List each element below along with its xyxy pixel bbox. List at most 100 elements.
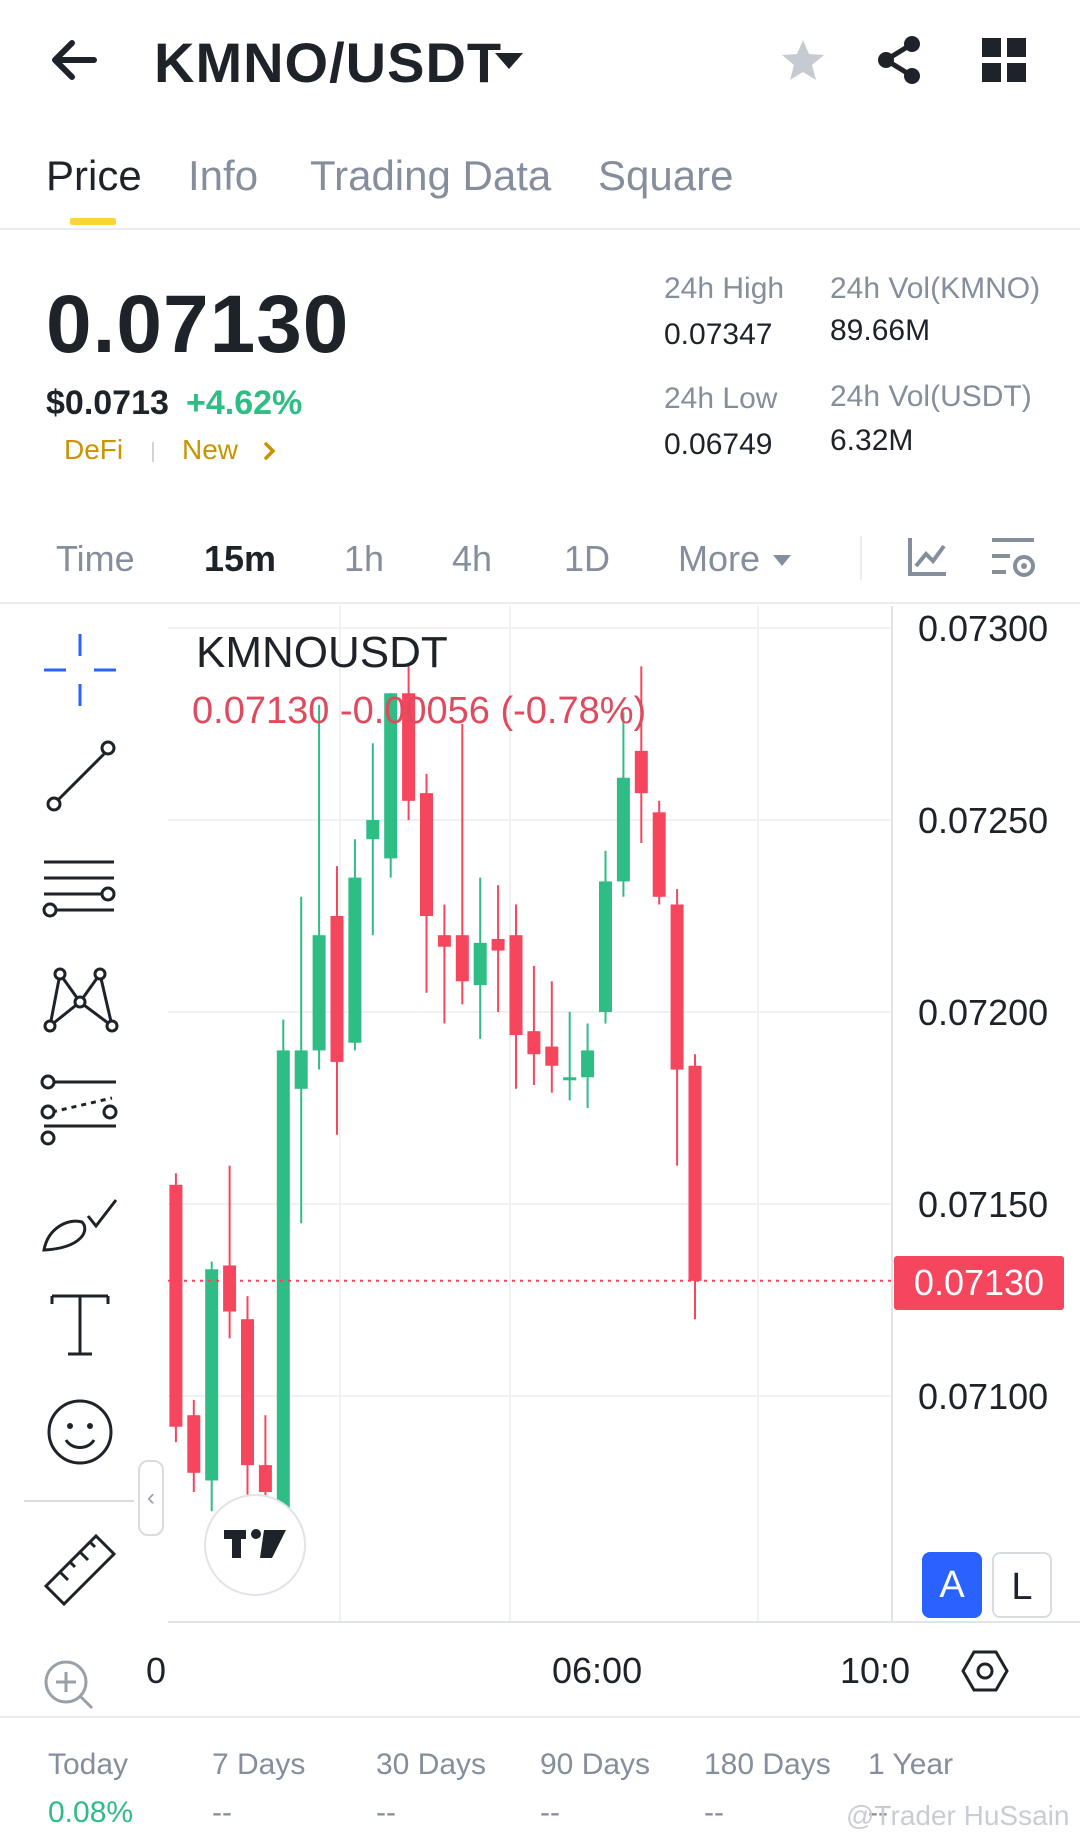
candle-body: [491, 939, 505, 951]
candle-body: [670, 904, 684, 1070]
interval-1d[interactable]: 1D: [564, 538, 610, 580]
change-percent: +4.62%: [186, 384, 303, 422]
stat-vol-base-value: 89.66M: [830, 314, 931, 347]
horizontal-lines-icon[interactable]: [38, 844, 122, 928]
emoji-icon[interactable]: [38, 1390, 122, 1474]
candle-body: [258, 1465, 272, 1492]
brush-icon[interactable]: [38, 1178, 122, 1262]
candle-body: [187, 1415, 201, 1473]
candle-body: [616, 777, 630, 882]
candle-body: [545, 1046, 559, 1066]
x-tick-label: 0: [146, 1650, 167, 1691]
stat-vol-base-label: 24h Vol(KMNO): [830, 272, 1041, 305]
stat-24h-high-value: 0.07347: [664, 318, 773, 351]
candle-body: [581, 1050, 595, 1078]
chevron-right-icon[interactable]: [262, 440, 278, 462]
candle-body: [294, 1050, 308, 1089]
x-tick-label: 10:0: [840, 1650, 911, 1691]
candle-body: [563, 1077, 577, 1081]
y-tick-label: 0.07150: [918, 1184, 1049, 1225]
candle-body: [688, 1065, 702, 1281]
tab-price[interactable]: Price: [46, 152, 142, 200]
y-tick-label: 0.07250: [918, 800, 1049, 841]
candle-body: [366, 820, 380, 840]
perf-label-30d: 30 Days: [376, 1748, 487, 1781]
top-bar: KMNO/USDT: [0, 0, 1080, 120]
candle-body: [312, 935, 326, 1051]
collapse-toolbar-handle[interactable]: ‹: [138, 1460, 164, 1536]
toolbar-divider: [24, 1500, 134, 1502]
y-tick-label: 0.07200: [918, 992, 1049, 1033]
candle-body: [652, 812, 666, 897]
perf-value-90d: --: [540, 1796, 560, 1829]
interval-more[interactable]: More: [678, 538, 760, 580]
candle-body: [348, 877, 362, 1043]
interval-1h[interactable]: 1h: [344, 538, 384, 580]
auto-scale-button[interactable]: A: [922, 1552, 982, 1618]
tab-square[interactable]: Square: [598, 152, 733, 200]
star-icon[interactable]: [778, 36, 828, 86]
trend-line-icon[interactable]: [38, 734, 122, 818]
fib-retracement-icon[interactable]: [38, 1068, 122, 1152]
candle-body: [205, 1269, 219, 1481]
tab-info[interactable]: Info: [188, 152, 258, 200]
watermark: @Trader HuSsain: [846, 1800, 1070, 1831]
share-icon[interactable]: [872, 32, 928, 88]
stat-vol-quote-label: 24h Vol(USDT): [830, 380, 1032, 413]
stat-vol-quote-value: 6.32M: [830, 424, 914, 457]
performance-row: Today 0.08% 7 Days -- 30 Days -- 90 Days…: [0, 1716, 1080, 1838]
interval-4h[interactable]: 4h: [452, 538, 492, 580]
chart-symbol: KMNOUSDT: [196, 628, 448, 677]
stat-24h-low-value: 0.06749: [664, 428, 773, 461]
perf-label-180d: 180 Days: [704, 1748, 831, 1781]
candle-body: [330, 916, 344, 1062]
candle-body: [473, 942, 487, 986]
caret-down-icon[interactable]: [492, 50, 526, 72]
usd-price: $0.0713: [46, 384, 169, 422]
y-tick-label: 0.07300: [918, 608, 1049, 649]
tag-separator: [152, 442, 154, 462]
perf-value-today: 0.08%: [48, 1796, 134, 1829]
active-tab-indicator: [70, 218, 116, 225]
crosshair-icon[interactable]: [38, 628, 122, 712]
last-price: 0.07130: [46, 279, 350, 370]
candle-body: [634, 750, 648, 794]
candle-body: [599, 881, 612, 1012]
tab-trading-data[interactable]: Trading Data: [310, 152, 551, 200]
interval-15m[interactable]: 15m: [204, 538, 276, 580]
candle-body: [241, 1319, 254, 1466]
text-tool-icon[interactable]: [38, 1282, 122, 1366]
perf-value-7d: --: [212, 1796, 232, 1829]
log-scale-button[interactable]: L: [992, 1552, 1052, 1618]
pattern-icon[interactable]: [38, 956, 122, 1040]
grid-icon[interactable]: [980, 36, 1028, 84]
candle-body: [527, 1031, 541, 1055]
perf-value-30d: --: [376, 1796, 396, 1829]
zoom-in-icon[interactable]: [40, 1656, 100, 1716]
candlestick-chart[interactable]: KMNOUSDT 0.07130 -0.00056 (-0.78%) 0.073…: [146, 606, 1080, 1718]
axis-settings-icon[interactable]: [960, 1646, 1010, 1696]
stat-24h-low-label: 24h Low: [664, 382, 778, 415]
perf-label-90d: 90 Days: [540, 1748, 651, 1781]
caret-down-icon[interactable]: [772, 554, 792, 568]
candle-body: [509, 935, 523, 1036]
candle-body: [276, 1050, 290, 1512]
perf-label-today: Today: [48, 1748, 129, 1781]
perf-label-1y: 1 Year: [868, 1748, 954, 1781]
candle-body: [437, 935, 451, 947]
interval-bar: Time 15m 1h 4h 1D More: [0, 520, 1080, 604]
perf-value-180d: --: [704, 1796, 724, 1829]
tag-defi[interactable]: DeFi: [64, 434, 123, 466]
current-price-tag: 0.07130: [894, 1256, 1064, 1310]
stat-24h-high-label: 24h High: [664, 272, 785, 305]
back-arrow-icon[interactable]: [46, 32, 102, 88]
chart-ohlc: 0.07130 -0.00056 (-0.78%): [192, 690, 647, 732]
interval-time[interactable]: Time: [56, 538, 135, 580]
indicator-chart-icon[interactable]: [904, 534, 950, 580]
tradingview-logo[interactable]: [204, 1494, 306, 1596]
candle-body: [223, 1265, 237, 1312]
pair-title[interactable]: KMNO/USDT: [154, 30, 502, 95]
tag-new[interactable]: New: [182, 434, 238, 466]
ruler-icon[interactable]: [38, 1528, 122, 1612]
chart-settings-icon[interactable]: [988, 534, 1038, 584]
